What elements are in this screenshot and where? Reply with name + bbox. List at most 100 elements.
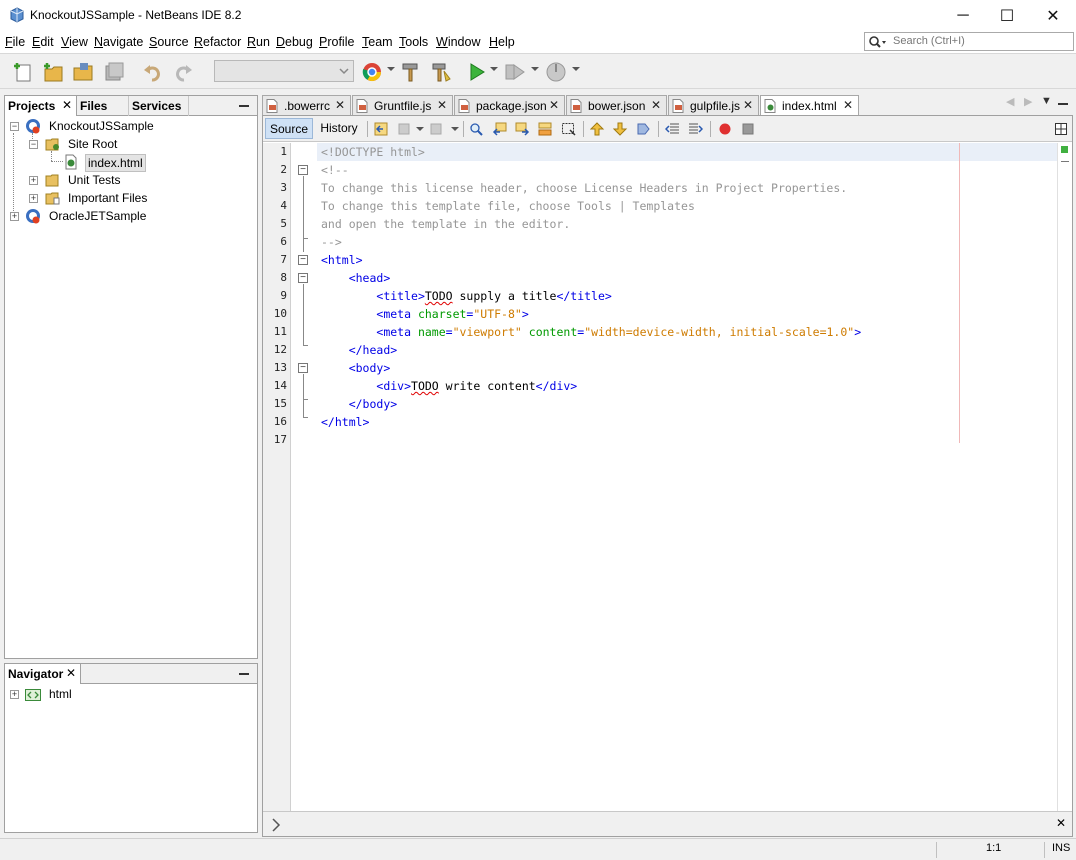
expand-output-icon[interactable] (271, 818, 281, 832)
fold-toggle[interactable]: − (298, 165, 308, 175)
tab-bowerrc[interactable]: .bowerrc ✕ (262, 95, 351, 115)
code-line[interactable]: --> (321, 233, 342, 251)
shift-line-right-icon[interactable] (688, 122, 703, 136)
code-line[interactable]: To change this license header, choose Li… (321, 179, 847, 197)
last-edit-icon[interactable] (374, 122, 389, 136)
expand-toggle[interactable]: + (29, 176, 38, 185)
redo-icon[interactable] (172, 61, 194, 83)
code-line[interactable]: <div>TODO write content</div> (321, 377, 577, 395)
maximize-button[interactable]: ☐ (984, 0, 1030, 31)
menu-view[interactable]: View (61, 35, 88, 49)
menu-team[interactable]: Team (362, 35, 393, 49)
minimize-editor-button[interactable] (1058, 103, 1068, 105)
close-icon[interactable]: ✕ (66, 666, 76, 680)
tab-gulpfile-js[interactable]: gulpfile.js ✕ (668, 95, 759, 115)
menu-help[interactable]: Help (489, 35, 515, 49)
menu-edit[interactable]: Edit (32, 35, 54, 49)
tree-item-important-files[interactable]: + Important Files (5, 190, 245, 208)
build-hammer-icon[interactable] (400, 61, 422, 83)
menu-run[interactable]: Run (247, 35, 270, 49)
tab-files[interactable]: Files (77, 96, 129, 116)
source-view-button[interactable]: Source (265, 118, 313, 139)
find-selection-icon[interactable] (469, 122, 484, 136)
next-bookmark-icon[interactable] (613, 122, 628, 136)
fold-toggle[interactable]: − (298, 363, 308, 373)
tree-item-site-root[interactable]: − Site Root (5, 136, 245, 154)
code-line[interactable]: </html> (321, 413, 369, 431)
clean-build-icon[interactable] (430, 61, 452, 83)
menu-navigate[interactable]: Navigate (94, 35, 143, 49)
code-line[interactable]: <body> (321, 359, 391, 377)
new-project-icon[interactable] (42, 61, 64, 83)
minimize-panel-button[interactable] (239, 673, 249, 675)
close-icon[interactable]: ✕ (1056, 816, 1066, 830)
collapse-toggle[interactable]: − (10, 122, 19, 131)
tab-bower-json[interactable]: bower.json ✕ (566, 95, 667, 115)
expand-toggle[interactable]: + (10, 690, 19, 699)
undo-icon[interactable] (142, 61, 164, 83)
tree-item-oraclejetsample[interactable]: + OracleJETSample (5, 208, 245, 226)
close-window-button[interactable]: ✕ (1030, 0, 1076, 31)
code-line[interactable]: <html> (321, 251, 363, 269)
tab-gruntfile-js[interactable]: Gruntfile.js ✕ (352, 95, 453, 115)
scroll-tabs-right-icon[interactable]: ▶ (1024, 95, 1032, 108)
code-line[interactable]: </head> (321, 341, 397, 359)
navigator-item-html[interactable]: + html (5, 686, 245, 704)
expand-toggle[interactable]: + (29, 194, 38, 203)
scroll-tabs-left-icon[interactable]: ◀ (1006, 95, 1014, 108)
toggle-bookmark-icon[interactable] (636, 122, 651, 136)
code-editor[interactable]: <!DOCTYPE html> <!-- To change this licens… (317, 143, 1057, 811)
menu-file[interactable]: File (5, 35, 25, 49)
search-input[interactable]: Search (Ctrl+I) (864, 32, 1074, 51)
stop-macro-recording-icon[interactable] (741, 122, 756, 136)
tree-item-knockoutjssample[interactable]: − KnockoutJSSample (5, 118, 245, 136)
tab-list-dropdown-icon[interactable]: ▼ (1041, 95, 1052, 107)
run-icon[interactable] (466, 61, 488, 83)
run-dropdown-caret[interactable] (490, 67, 498, 71)
minimize-panel-button[interactable] (239, 105, 249, 107)
close-icon[interactable]: ✕ (843, 98, 853, 112)
save-all-icon[interactable] (103, 61, 125, 83)
tab-index-html[interactable]: index.html ✕ (760, 95, 859, 116)
code-line[interactable]: <!DOCTYPE html> (321, 143, 425, 161)
forward-icon[interactable] (429, 122, 444, 136)
code-line[interactable]: <!-- (321, 161, 349, 179)
find-next-icon[interactable] (515, 122, 530, 136)
toggle-rectangular-selection-icon[interactable] (561, 122, 576, 136)
menu-refactor[interactable]: Refactor (194, 35, 241, 49)
debug-icon[interactable] (504, 61, 526, 83)
open-project-icon[interactable] (72, 61, 94, 83)
minimize-button[interactable]: ─ (940, 0, 986, 31)
fold-toggle[interactable]: − (298, 255, 308, 265)
tab-navigator[interactable]: Navigator ✕ (5, 664, 81, 684)
close-icon[interactable]: ✕ (743, 98, 753, 112)
profile-icon[interactable] (545, 61, 567, 83)
tree-item-unit-tests[interactable]: + Unit Tests (5, 172, 245, 190)
menu-window[interactable]: Window (436, 35, 480, 49)
menu-profile[interactable]: Profile (319, 35, 354, 49)
previous-bookmark-icon[interactable] (590, 122, 605, 136)
code-line[interactable]: <meta name="viewport" content="width=dev… (321, 323, 861, 341)
back-icon[interactable] (397, 122, 412, 136)
close-icon[interactable]: ✕ (335, 98, 345, 112)
collapse-toggle[interactable]: − (29, 140, 38, 149)
browser-dropdown-caret[interactable] (387, 67, 395, 71)
close-icon[interactable]: ✕ (62, 98, 72, 112)
tree-item-index-html[interactable]: index.html (5, 154, 245, 172)
profile-dropdown-caret[interactable] (572, 67, 580, 71)
debug-dropdown-caret[interactable] (531, 67, 539, 71)
tab-services[interactable]: Services (129, 96, 189, 116)
configuration-select[interactable] (214, 60, 354, 82)
code-line[interactable]: <title>TODO supply a title</title> (321, 287, 611, 305)
close-icon[interactable]: ✕ (549, 98, 559, 112)
back-dropdown-caret[interactable] (416, 127, 424, 131)
chrome-browser-icon[interactable] (361, 61, 383, 83)
menu-tools[interactable]: Tools (399, 35, 428, 49)
menu-source[interactable]: Source (149, 35, 189, 49)
code-line[interactable]: To change this template file, choose Too… (321, 197, 695, 215)
split-editor-icon[interactable] (1055, 123, 1067, 135)
forward-dropdown-caret[interactable] (451, 127, 459, 131)
code-line[interactable]: <head> (321, 269, 391, 287)
expand-toggle[interactable]: + (10, 212, 19, 221)
code-line[interactable]: </body> (321, 395, 397, 413)
